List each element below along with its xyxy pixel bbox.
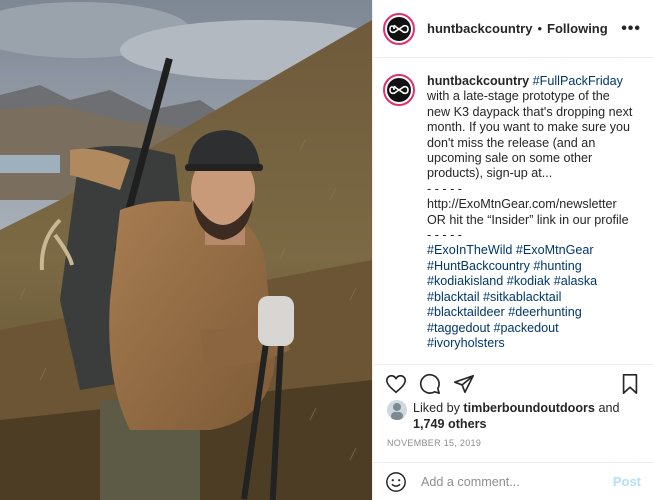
post-photo[interactable] — [0, 0, 372, 500]
caption-line: OR hit the “Insider” link in our profile — [427, 212, 629, 227]
caption-separator: - - - - - — [427, 181, 462, 196]
post-comment-button[interactable]: Post — [613, 474, 641, 489]
caption-separator: - - - - - — [427, 228, 462, 243]
caption-url: http://ExoMtnGear.com/newsletter — [427, 197, 617, 212]
caption-username[interactable]: huntbackcountry — [427, 74, 529, 88]
hashtag-line[interactable]: #ExoInTheWild #ExoMtnGear — [427, 243, 632, 258]
infinity-logo — [389, 85, 409, 95]
separator-dot: • — [537, 21, 543, 36]
likes-and: and — [598, 401, 620, 415]
likes-count[interactable]: 1,749 others — [413, 417, 487, 431]
comment-input[interactable] — [419, 473, 613, 490]
bookmark-icon[interactable] — [619, 373, 641, 395]
hashtag-line[interactable]: #blacktail #sitkablacktail — [427, 290, 632, 305]
author-avatar[interactable] — [383, 12, 415, 45]
caption-line: with a late-stage prototype of the — [427, 89, 610, 104]
emoji-icon[interactable] — [385, 471, 407, 493]
hashtag-line[interactable]: #taggedout #packedout — [427, 321, 632, 336]
liker-username[interactable]: timberboundoutdoors — [463, 401, 595, 415]
infinity-logo — [389, 24, 409, 33]
hashtag-line[interactable]: #blacktaildeer #deerhunting — [427, 305, 632, 320]
post-date[interactable]: NOVEMBER 15, 2019 — [387, 438, 481, 448]
hashtag-line[interactable]: #HuntBackcountry #hunting — [427, 259, 632, 274]
caption-line: products), sign-up at... — [427, 166, 553, 181]
comment-bar: Post — [373, 462, 653, 500]
likes-summary: Liked by timberboundoutdoors and 1,749 o… — [387, 400, 641, 432]
post-sidebar: huntbackcountry • Following ••• huntback… — [372, 0, 653, 500]
hashtag-line[interactable]: #ivoryholsters — [427, 336, 632, 351]
share-icon[interactable] — [453, 373, 475, 395]
caption-line: month. If you want to make sure you — [427, 120, 631, 135]
heart-icon[interactable] — [385, 373, 407, 395]
hashtag-link[interactable]: #FullPackFriday — [533, 74, 623, 88]
caption-avatar[interactable] — [383, 74, 415, 106]
likes-prefix: Liked by — [413, 401, 460, 415]
hashtag-line[interactable]: #kodiakisland #kodiak #alaska — [427, 274, 632, 289]
caption-line: upcoming sale on some other — [427, 151, 593, 166]
post-header: huntbackcountry • Following ••• — [373, 0, 653, 58]
caption-line: don't miss the release (and an — [427, 135, 596, 150]
liker-avatar[interactable] — [387, 400, 407, 420]
action-bar — [373, 364, 653, 402]
caption-block: huntbackcountry #FullPackFriday with a l… — [373, 58, 653, 364]
author-username[interactable]: huntbackcountry — [427, 21, 532, 36]
following-button[interactable]: Following — [547, 21, 608, 36]
instagram-post: huntbackcountry • Following ••• huntback… — [0, 0, 653, 500]
more-options-icon[interactable]: ••• — [621, 20, 641, 38]
comment-icon[interactable] — [419, 373, 441, 395]
caption-line: new K3 daypack that's dropping next — [427, 104, 633, 119]
caption-text: huntbackcountry #FullPackFriday with a l… — [427, 74, 632, 364]
